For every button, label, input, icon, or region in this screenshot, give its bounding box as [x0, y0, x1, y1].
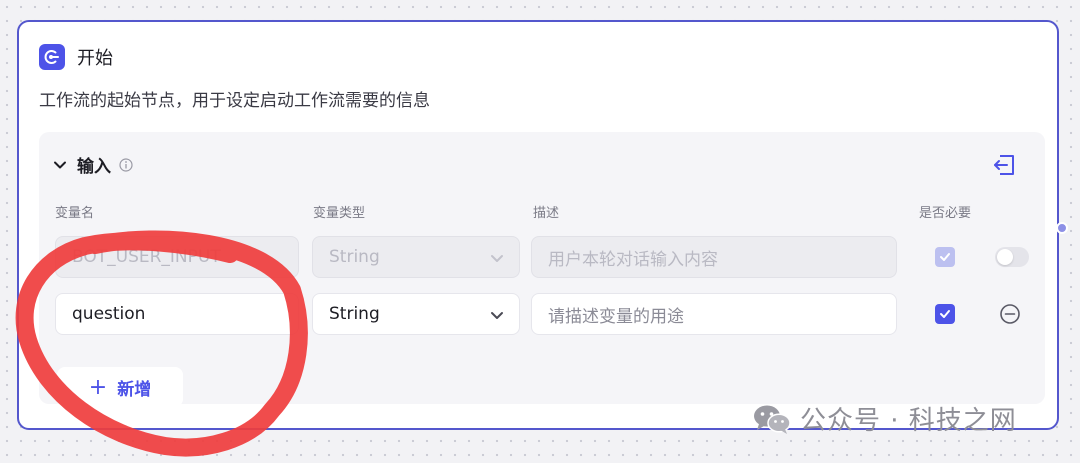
- variable-name-input[interactable]: question: [55, 293, 299, 335]
- add-variable-button[interactable]: + 新增: [57, 367, 183, 407]
- input-section-header[interactable]: 输入: [53, 152, 133, 177]
- variable-description-input: 用户本轮对话输入内容: [531, 236, 897, 278]
- collapse-panel-icon[interactable]: [991, 152, 1017, 178]
- variable-type-value: String: [329, 247, 380, 267]
- start-node-icon: [39, 44, 65, 70]
- chevron-down-icon: [491, 312, 503, 319]
- wechat-watermark: 公众号 · 科技之网: [752, 400, 1017, 437]
- node-title: 开始: [77, 48, 113, 69]
- column-header-required: 是否必要: [919, 206, 972, 221]
- check-icon: [940, 253, 950, 261]
- variable-type-select: String: [312, 236, 520, 278]
- variable-name-input: BOT_USER_INPUT: [55, 236, 299, 278]
- start-node-card[interactable]: 开始 工作流的起始节点，用于设定启动工作流需要的信息 输入 变量名 变量类型 描…: [17, 20, 1059, 430]
- input-panel: 输入 变量名 变量类型 描述 是否必要 BOT_USER_INPUT Strin…: [39, 132, 1045, 407]
- variable-type-value: String: [329, 304, 380, 324]
- row-toggle: [995, 247, 1029, 267]
- required-checkbox[interactable]: [935, 304, 955, 324]
- input-section-title: 输入: [77, 157, 111, 177]
- toggle-knob: [997, 249, 1013, 265]
- info-circle-icon[interactable]: [119, 157, 133, 172]
- add-variable-label: 新增: [117, 379, 152, 400]
- column-header-description: 描述: [533, 206, 560, 221]
- node-description: 工作流的起始节点，用于设定启动工作流需要的信息: [39, 91, 430, 111]
- watermark-text: 公众号 · 科技之网: [800, 406, 1017, 436]
- required-checkbox: [935, 247, 955, 267]
- plus-icon: +: [88, 374, 108, 400]
- chevron-down-icon[interactable]: [53, 158, 67, 172]
- wechat-icon: [754, 405, 791, 434]
- chevron-down-icon: [491, 255, 503, 262]
- check-icon: [940, 310, 950, 318]
- variable-description-input[interactable]: 请描述变量的用途: [531, 293, 897, 335]
- column-header-type: 变量类型: [313, 206, 366, 221]
- variable-type-select[interactable]: String: [312, 293, 520, 335]
- output-connection-handle[interactable]: [1056, 222, 1068, 234]
- remove-variable-icon[interactable]: [999, 303, 1021, 325]
- column-header-name: 变量名: [55, 206, 95, 221]
- node-header: 开始: [39, 44, 113, 70]
